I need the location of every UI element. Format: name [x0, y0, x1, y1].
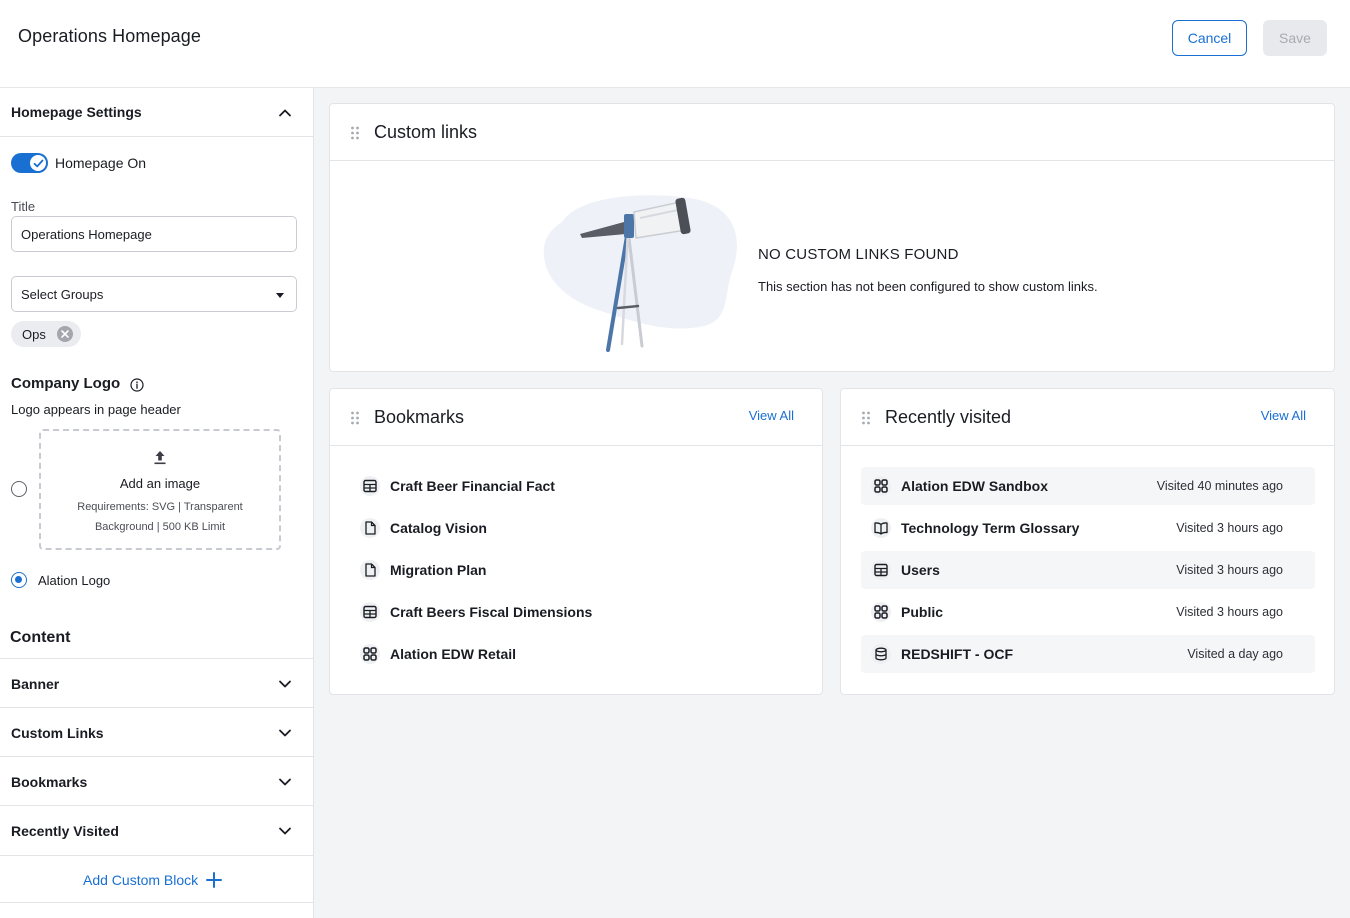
table-icon — [360, 476, 380, 496]
section-bookmarks[interactable]: Bookmarks — [0, 756, 313, 805]
table-icon — [360, 602, 380, 622]
recent-item[interactable]: REDSHIFT - OCF Visited a day ago — [861, 635, 1315, 673]
bookmark-item[interactable]: Craft Beer Financial Fact — [350, 467, 805, 505]
section-custom-links[interactable]: Custom Links — [0, 707, 313, 756]
drag-handle-icon[interactable] — [861, 411, 871, 425]
custom-links-card: Custom links NO CUSTOM LINKS FOUND This … — [329, 103, 1335, 372]
chevron-down-icon[interactable] — [277, 774, 293, 790]
book-icon — [871, 518, 891, 538]
drag-handle-icon[interactable] — [350, 126, 360, 140]
group-chip-label: Ops — [22, 327, 46, 342]
homepage-settings-header[interactable]: Homepage Settings — [0, 88, 313, 137]
recently-visited-header: Recently visited View All — [841, 389, 1334, 446]
plus-icon — [205, 871, 223, 889]
bookmarks-header: Bookmarks View All — [330, 389, 822, 446]
recent-view-all-link[interactable]: View All — [1261, 408, 1306, 423]
title-input[interactable] — [11, 216, 297, 252]
section-recently-visited-label: Recently Visited — [11, 823, 119, 839]
bookmark-label: Craft Beers Fiscal Dimensions — [390, 604, 593, 620]
empty-state-title: NO CUSTOM LINKS FOUND — [758, 246, 959, 263]
bookmark-label: Migration Plan — [390, 562, 487, 578]
dropzone-req-line-2: Background | 500 KB Limit — [94, 521, 226, 533]
database-icon — [871, 644, 891, 664]
select-groups-placeholder: Select Groups — [21, 287, 104, 302]
schema-icon — [871, 602, 891, 622]
alation-logo-label: Alation Logo — [38, 573, 111, 588]
add-custom-block-label: Add Custom Block — [83, 872, 199, 888]
table-icon — [871, 560, 891, 580]
settings-sidebar: Homepage Settings Homepage On Title Sele… — [0, 88, 314, 918]
page-title: Operations Homepage — [18, 26, 202, 46]
cancel-button[interactable]: Cancel — [1172, 20, 1247, 56]
chevron-down-icon[interactable] — [277, 676, 293, 692]
section-custom-links-label: Custom Links — [11, 725, 104, 741]
recent-item[interactable]: Alation EDW Sandbox Visited 40 minutes a… — [861, 467, 1315, 505]
recent-item[interactable]: Public Visited 3 hours ago — [861, 593, 1315, 631]
image-dropzone[interactable]: Add an image Requirements: SVG | Transpa… — [39, 429, 281, 550]
recent-item[interactable]: Users Visited 3 hours ago — [861, 551, 1315, 589]
custom-links-title: Custom links — [374, 122, 478, 142]
document-icon — [360, 518, 380, 538]
section-bookmarks-label: Bookmarks — [11, 774, 88, 790]
homepage-settings-title: Homepage Settings — [11, 104, 142, 120]
recently-visited-card: Recently visited View All Alation EDW Sa… — [840, 388, 1335, 695]
caret-down-icon — [276, 293, 284, 298]
bookmark-label: Craft Beer Financial Fact — [390, 478, 555, 494]
telescope-illustration — [543, 195, 737, 352]
bookmark-item[interactable]: Alation EDW Retail — [350, 635, 805, 673]
recently-visited-title: Recently visited — [885, 407, 1012, 427]
dropzone-req-line-1: Requirements: SVG | Transparent — [77, 501, 243, 513]
recent-item-label: Users — [901, 562, 940, 578]
group-chip-ops: Ops — [11, 321, 81, 347]
recent-item-label: Public — [901, 604, 944, 620]
title-field-label: Title — [11, 199, 36, 214]
schema-icon — [871, 476, 891, 496]
bookmark-label: Catalog Vision — [390, 520, 487, 536]
section-banner-label: Banner — [11, 676, 60, 692]
recent-item-timestamp: Visited 40 minutes ago — [1156, 479, 1283, 493]
remove-chip-icon[interactable] — [57, 326, 73, 342]
bookmarks-view-all-link[interactable]: View All — [749, 408, 794, 423]
chevron-up-icon[interactable] — [277, 105, 293, 121]
top-bar: Operations Homepage Cancel Save — [0, 0, 1350, 88]
alation-logo-radio[interactable] — [11, 572, 27, 588]
dropzone-requirements: Requirements: SVG | Transparent Backgrou… — [41, 497, 279, 537]
custom-logo-radio[interactable] — [11, 481, 27, 497]
company-logo-heading: Company Logo — [11, 375, 121, 392]
empty-state-description: This section has not been configured to … — [758, 279, 1098, 294]
schema-icon — [360, 644, 380, 664]
recent-item-timestamp: Visited 3 hours ago — [1176, 605, 1283, 619]
bookmarks-title: Bookmarks — [374, 407, 465, 427]
logo-description: Logo appears in page header — [11, 402, 181, 417]
bookmark-label: Alation EDW Retail — [390, 646, 517, 662]
section-banner[interactable]: Banner — [0, 658, 313, 707]
recent-item-timestamp: Visited 3 hours ago — [1176, 563, 1283, 577]
chevron-down-icon[interactable] — [277, 823, 293, 839]
info-icon[interactable] — [130, 378, 144, 392]
recent-item-label: Alation EDW Sandbox — [901, 478, 1048, 494]
recent-item-label: Technology Term Glossary — [901, 520, 1080, 536]
recent-item[interactable]: Technology Term Glossary Visited 3 hours… — [861, 509, 1315, 547]
upload-icon — [153, 449, 167, 465]
recent-item-label: REDSHIFT - OCF — [901, 646, 1013, 662]
content-heading: Content — [10, 629, 71, 646]
section-recently-visited[interactable]: Recently Visited — [0, 805, 313, 854]
homepage-on-label: Homepage On — [55, 155, 147, 171]
homepage-on-toggle[interactable] — [11, 153, 48, 173]
recent-item-timestamp: Visited a day ago — [1187, 647, 1283, 661]
recent-item-timestamp: Visited 3 hours ago — [1176, 521, 1283, 535]
check-icon — [30, 155, 46, 171]
custom-links-header: Custom links — [330, 104, 1334, 161]
chevron-down-icon[interactable] — [277, 725, 293, 741]
select-groups-dropdown[interactable]: Select Groups — [11, 276, 297, 312]
bookmarks-card: Bookmarks View All Craft Beer Financial … — [329, 388, 823, 695]
bookmark-item[interactable]: Craft Beers Fiscal Dimensions — [350, 593, 805, 631]
bookmark-item[interactable]: Catalog Vision — [350, 509, 805, 547]
document-icon — [360, 560, 380, 580]
add-custom-block-button[interactable]: Add Custom Block — [0, 855, 313, 903]
drag-handle-icon[interactable] — [350, 411, 360, 425]
dropzone-title: Add an image — [119, 476, 201, 491]
bookmark-item[interactable]: Migration Plan — [350, 551, 805, 589]
save-button[interactable]: Save — [1263, 20, 1327, 56]
